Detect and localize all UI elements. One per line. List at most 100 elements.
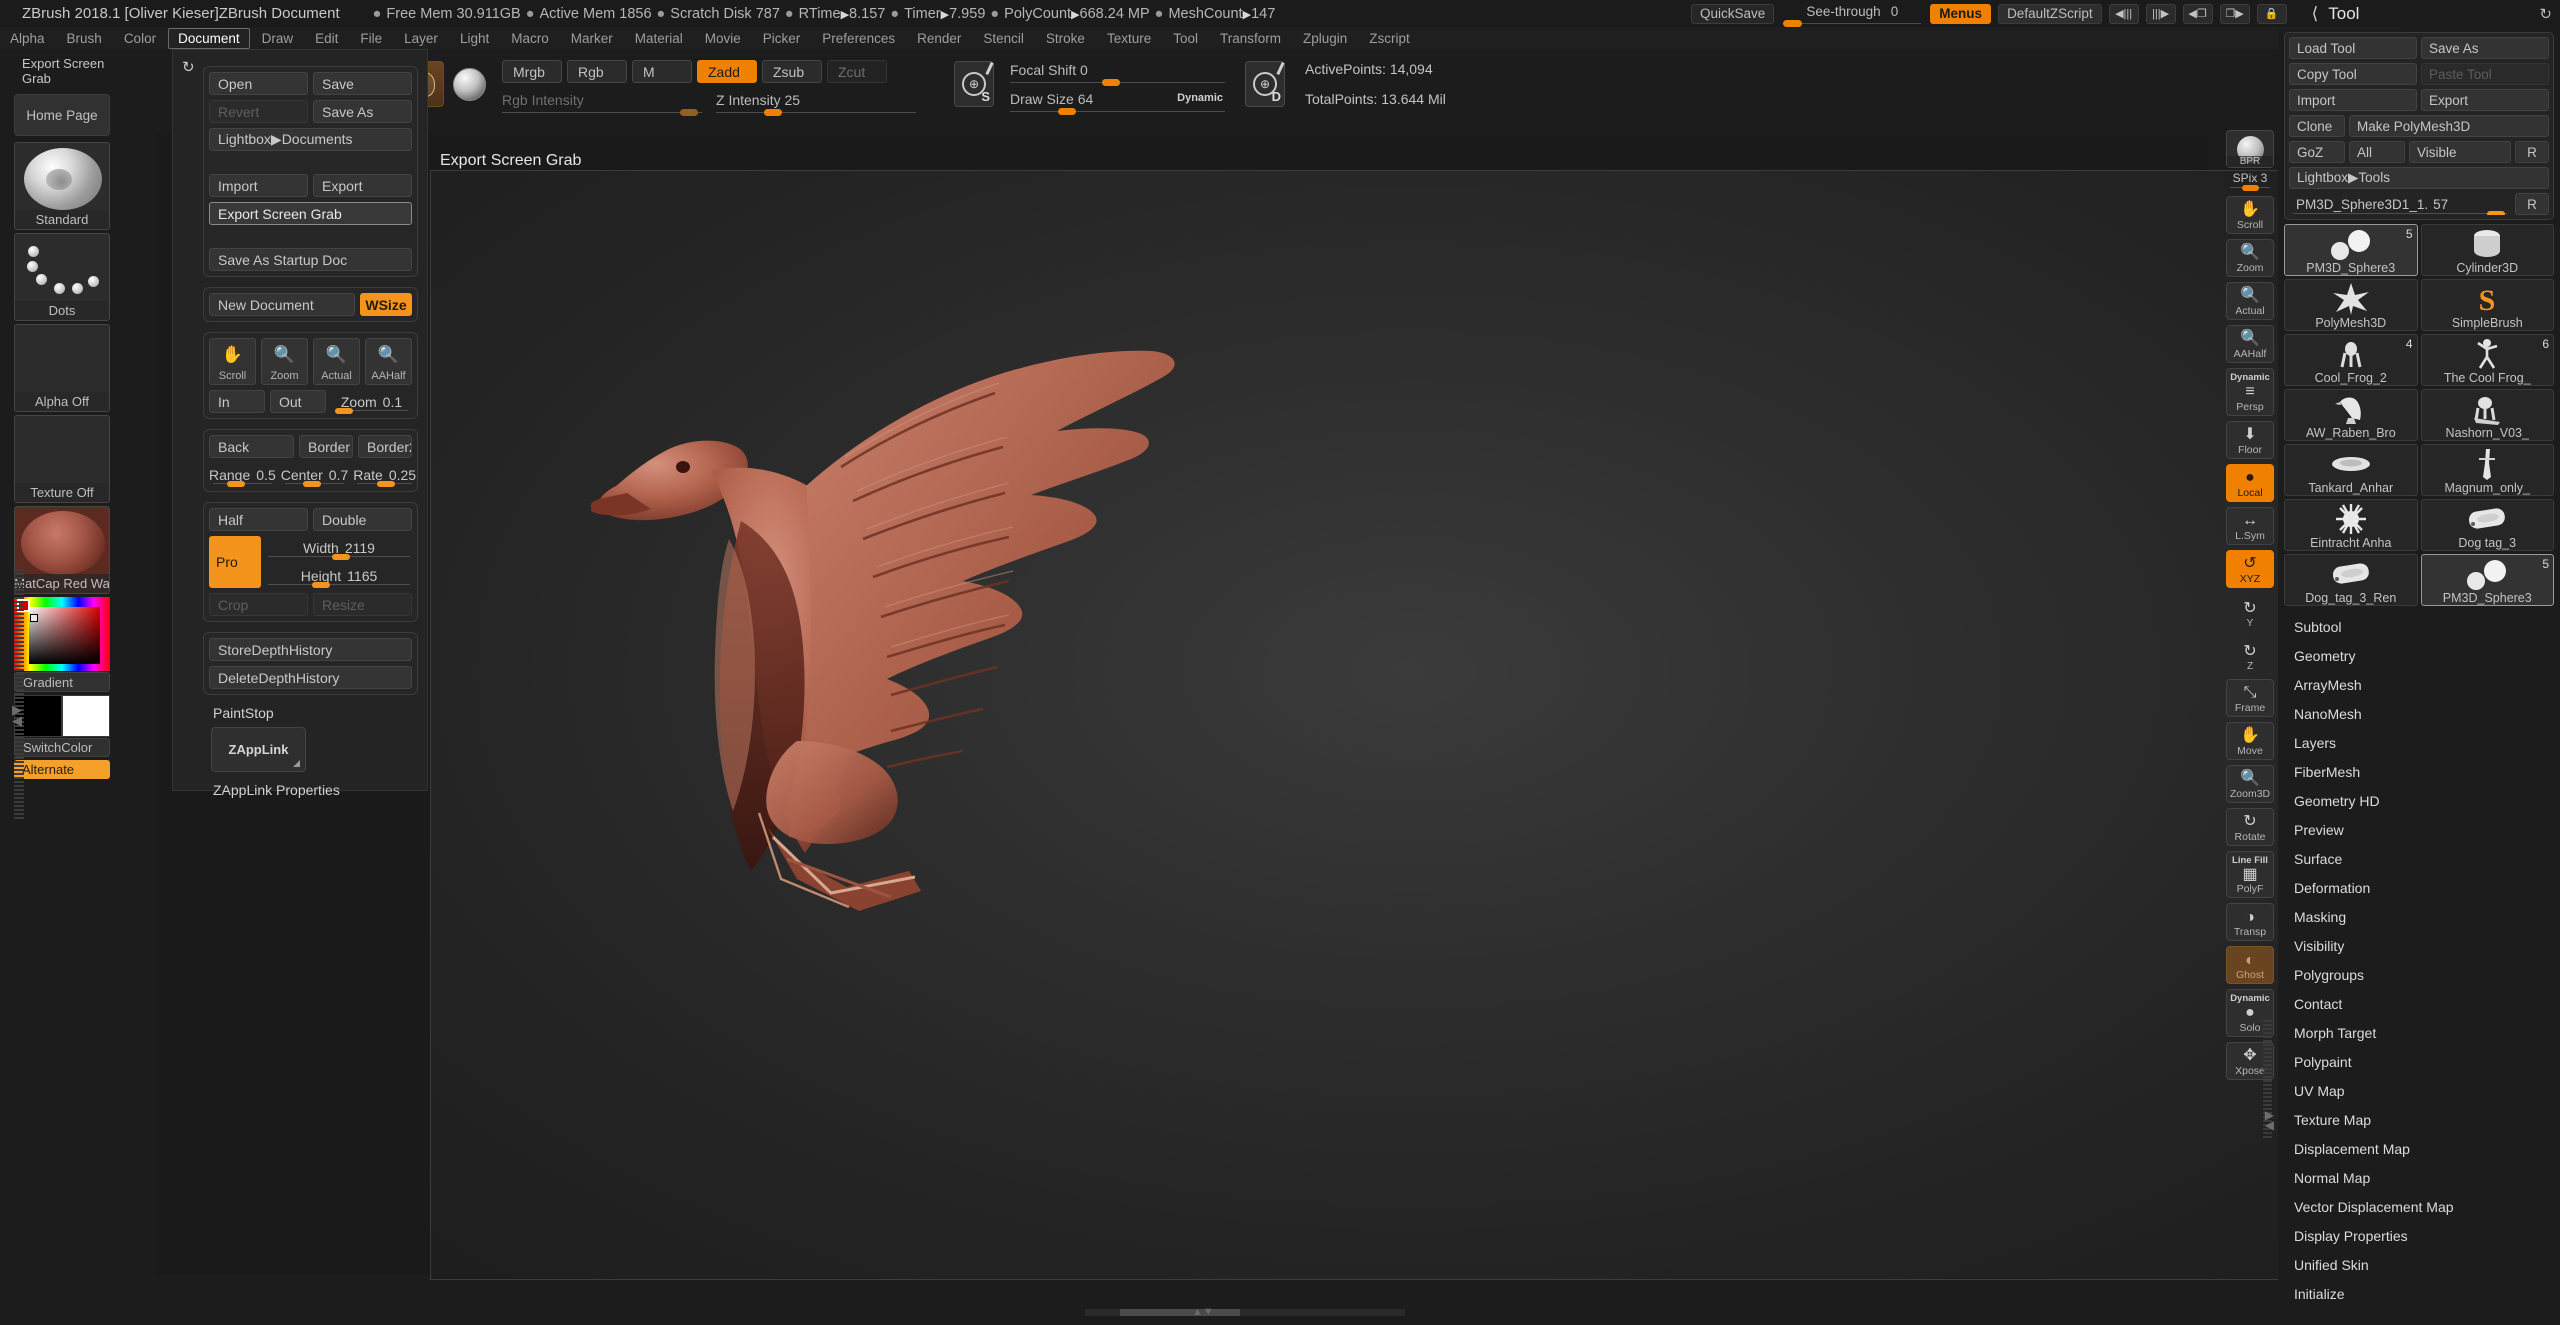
document-scroll-button[interactable]: ✋ Scroll (209, 338, 256, 385)
tool-thumbnail[interactable]: 5 PM3D_Sphere3 (2420, 554, 2554, 606)
draw-size-slider[interactable]: Draw Size 64 Dynamic (1010, 91, 1225, 115)
load-tool-button[interactable]: Load Tool (2289, 37, 2417, 59)
menu-item-zplugin[interactable]: Zplugin (1293, 28, 1357, 49)
tool-thumbnail[interactable]: S SimpleBrush (2420, 279, 2554, 331)
slider-knob[interactable] (680, 109, 698, 116)
left-collapse-arrows-icon[interactable]: ▶ ◀ (12, 703, 22, 727)
range-slider[interactable]: Range 0.5 (209, 463, 276, 487)
viewport-frame-button[interactable]: ⤡ Frame (2226, 678, 2274, 717)
refresh-icon[interactable]: ↻ (182, 58, 195, 76)
subpalette-visibility[interactable]: Visibility (2294, 931, 2560, 960)
viewport-transp-button[interactable]: ◑ Transp (2226, 903, 2274, 942)
viewport-lsym-button[interactable]: ↔ L.Sym (2226, 506, 2274, 545)
right-collapse-arrows-icon[interactable]: ▶ ◀ (2265, 1109, 2274, 1131)
menu-item-stroke[interactable]: Stroke (1036, 28, 1095, 49)
subpalette-deformation[interactable]: Deformation (2294, 873, 2560, 902)
slider-knob[interactable] (1058, 107, 1076, 115)
zapplink-button[interactable]: ZAppLink (211, 727, 306, 772)
color-pair[interactable] (14, 695, 110, 737)
scroll-arrows-icon[interactable]: ▲▼ (1192, 1306, 1214, 1318)
viewport-actual-button[interactable]: 🔍 Actual (2226, 282, 2274, 320)
alpha-swatch[interactable]: Alpha Off (14, 324, 110, 412)
tool-r-button[interactable]: R (2515, 193, 2549, 215)
viewport-ghost-button[interactable]: ◐ Ghost (2226, 946, 2274, 985)
subpalette-layers[interactable]: Layers (2294, 728, 2560, 757)
horizontal-scrollbar-thumb[interactable] (1120, 1309, 1240, 1316)
menu-item-preferences[interactable]: Preferences (812, 28, 905, 49)
lightbox-documents-button[interactable]: Lightbox▶Documents (209, 128, 412, 151)
zscript-button[interactable]: DefaultZScript (1998, 3, 2102, 24)
spix-slider[interactable]: SPix 3 (2224, 171, 2276, 191)
subpalette-nanomesh[interactable]: NanoMesh (2294, 699, 2560, 728)
document-zoom-button[interactable]: 🔍 Zoom (261, 338, 308, 385)
clone-button[interactable]: Clone (2289, 115, 2345, 137)
subpalette-surface[interactable]: Surface (2294, 844, 2560, 873)
menu-item-light[interactable]: Light (450, 28, 499, 49)
secondary-color[interactable] (62, 695, 110, 737)
subpalette-contact[interactable]: Contact (2294, 989, 2560, 1018)
menu-item-render[interactable]: Render (907, 28, 971, 49)
brush-depth-d-icon[interactable]: ⊕ D (1245, 61, 1285, 107)
menu-item-macro[interactable]: Macro (501, 28, 559, 49)
border-button[interactable]: Border (299, 435, 353, 458)
tool-thumbnail[interactable]: Magnum_only_ (2420, 444, 2554, 496)
document-export-button[interactable]: Export (313, 174, 412, 197)
tool-thumbnail[interactable]: Cylinder3D (2420, 224, 2554, 276)
color-field[interactable] (29, 607, 100, 664)
rgb-intensity-slider[interactable]: Rgb Intensity (502, 92, 702, 116)
mode-zadd-button[interactable]: Zadd (697, 60, 757, 83)
slider-knob[interactable] (302, 481, 321, 487)
current-tool-slider[interactable]: PM3D_Sphere3D1_1. 57 (2289, 193, 2511, 215)
mode-rgb-button[interactable]: Rgb (567, 60, 627, 83)
zapplink-properties-label[interactable]: ZAppLink Properties (213, 782, 427, 798)
copy-tool-button[interactable]: Copy Tool (2289, 63, 2417, 85)
menu-item-file[interactable]: File (350, 28, 392, 49)
tool-thumbnail[interactable]: Eintracht Anha (2284, 499, 2418, 551)
menu-item-layer[interactable]: Layer (394, 28, 448, 49)
menu-item-stencil[interactable]: Stencil (973, 28, 1034, 49)
slider-knob[interactable] (312, 582, 330, 588)
goz-button[interactable]: GoZ (2289, 141, 2345, 163)
zscript-next-icon[interactable]: |||▶ (2145, 3, 2176, 24)
subpalette-arraymesh[interactable]: ArrayMesh (2294, 670, 2560, 699)
document-open-button[interactable]: Open (209, 72, 308, 95)
subpalette-display-properties[interactable]: Display Properties (2294, 1221, 2560, 1250)
quicksave-button[interactable]: QuickSave (1691, 3, 1775, 24)
goz-r-button[interactable]: R (2515, 141, 2549, 163)
zoom-in-button[interactable]: In (209, 390, 265, 413)
viewport-xyz-button[interactable]: ↺ XYZ (2226, 549, 2274, 588)
menu-item-transform[interactable]: Transform (1210, 28, 1291, 49)
make-polymesh3d-button[interactable]: Make PolyMesh3D (2349, 115, 2549, 137)
subpalette-vector-displacement-map[interactable]: Vector Displacement Map (2294, 1192, 2560, 1221)
slider-knob[interactable] (764, 109, 782, 116)
half-button[interactable]: Half (209, 508, 308, 531)
subpalette-polypaint[interactable]: Polypaint (2294, 1047, 2560, 1076)
mode-mrgb-button[interactable]: Mrgb (502, 60, 562, 83)
menu-item-alpha[interactable]: Alpha (0, 28, 55, 49)
lightbox-tools-button[interactable]: Lightbox▶Tools (2289, 167, 2549, 189)
zscript-prev-icon[interactable]: ◀||| (2108, 3, 2139, 24)
alternate-button[interactable]: Alternate (14, 760, 110, 779)
gradient-button[interactable]: Gradient (14, 672, 110, 692)
current-material-button[interactable] (450, 61, 488, 107)
subpalette-unified-skin[interactable]: Unified Skin (2294, 1250, 2560, 1279)
tool-export-button[interactable]: Export (2421, 89, 2549, 111)
subpalette-geometry[interactable]: Geometry (2294, 641, 2560, 670)
viewport-zoom3d-button[interactable]: 🔍 Zoom3D (2226, 764, 2274, 803)
viewport-floor-button[interactable]: ⬇ Floor (2226, 420, 2274, 459)
z-intensity-slider[interactable]: Z Intensity 25 (716, 92, 916, 116)
viewport-z-button[interactable]: ↻ Z (2226, 636, 2274, 674)
pro-button[interactable]: Pro (209, 536, 261, 588)
tool-thumbnail[interactable]: Dog tag_3 (2420, 499, 2554, 551)
menu-item-marker[interactable]: Marker (561, 28, 623, 49)
brush-size-s-icon[interactable]: ⊕ S (954, 61, 994, 107)
subpalette-masking[interactable]: Masking (2294, 902, 2560, 931)
slider-knob[interactable] (1783, 19, 1803, 27)
viewport-local-button[interactable]: ● Local (2226, 463, 2274, 502)
slider-knob[interactable] (335, 408, 353, 414)
menu-item-brush[interactable]: Brush (57, 28, 112, 49)
menu-item-texture[interactable]: Texture (1097, 28, 1161, 49)
wsize-button[interactable]: WSize (360, 293, 412, 316)
goz-all-button[interactable]: All (2349, 141, 2405, 163)
menu-item-draw[interactable]: Draw (252, 28, 304, 49)
